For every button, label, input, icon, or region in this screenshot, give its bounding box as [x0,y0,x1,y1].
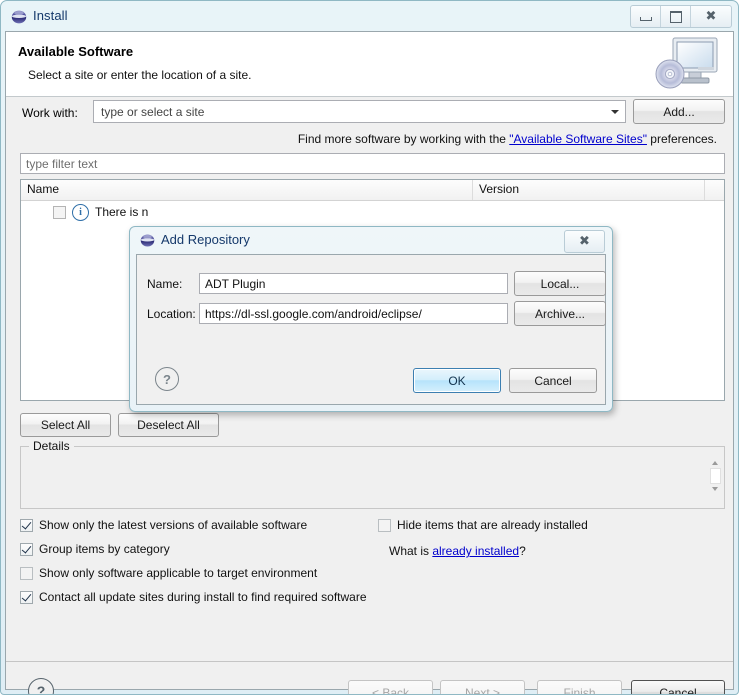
info-icon: i [72,203,89,221]
option-group-by-category[interactable]: Group items by category [20,542,170,556]
archive-button[interactable]: Archive... [514,301,606,326]
column-header-version[interactable]: Version [473,180,705,200]
option-contact-update-sites[interactable]: Contact all update sites during install … [20,590,367,604]
table-header-row: Name Version [21,180,724,201]
option-show-latest-versions[interactable]: Show only the latest versions of availab… [20,518,307,532]
filter-input[interactable]: type filter text [20,153,725,174]
close-button[interactable]: ✖ [691,6,731,27]
chevron-down-icon [611,110,619,114]
work-with-value: type or select a site [101,105,205,119]
find-more-prefix: Find more software by working with the [297,132,510,146]
available-software-sites-link[interactable]: "Available Software Sites" [509,132,647,146]
minimize-icon [639,17,652,21]
select-all-button[interactable]: Select All [20,413,111,437]
option-label: Group items by category [39,542,170,556]
location-input[interactable]: https://dl-ssl.google.com/android/eclips… [199,303,508,324]
restore-icon [669,10,682,23]
option-label: Contact all update sites during install … [39,590,367,604]
option-target-environment[interactable]: Show only software applicable to target … [20,566,317,580]
eclipse-sphere-icon [140,234,155,247]
name-input[interactable]: ADT Plugin [199,273,508,294]
dialog-title-bar: Add Repository ✖ [130,227,612,254]
dialog-body: Name: ADT Plugin Local... Location: http… [136,254,606,405]
close-icon: ✖ [579,234,590,249]
add-button[interactable]: Add... [633,99,725,124]
option-hide-installed-items[interactable]: Hide items that are already installed [378,518,588,532]
dialog-close-button[interactable]: ✖ [564,230,605,253]
row-label: There is n [95,205,149,219]
help-question-icon[interactable]: ? [155,367,179,391]
option-label: Show only the latest versions of availab… [39,518,308,532]
wizard-header: Available Software Select a site or ente… [6,32,733,97]
option-label: Show only software applicable to target … [39,566,318,580]
table-row[interactable]: i There is n [21,201,724,223]
column-header-name[interactable]: Name [21,180,473,200]
already-installed-prefix: What is [389,544,433,558]
deselect-all-button[interactable]: Deselect All [118,413,219,437]
dialog-title: Add Repository [161,232,250,247]
window-title: Install [33,8,68,23]
window-controls: ✖ [630,5,732,28]
next-button[interactable]: Next > [440,680,525,694]
checkbox-show-latest-versions[interactable] [20,518,33,532]
details-scrollbar[interactable] [709,461,721,491]
dialog-cancel-button[interactable]: Cancel [509,368,597,393]
checkbox-group-by-category[interactable] [20,542,33,556]
monitor-with-disc-icon [655,37,718,89]
find-more-suffix: preferences. [646,132,717,146]
footer-separator [6,661,733,662]
install-wizard-window: Install ✖ Available Software Select a si… [0,0,739,695]
local-button[interactable]: Local... [514,271,606,296]
checkbox-target-environment[interactable] [20,566,33,580]
back-button[interactable]: < Back [348,680,433,694]
maximize-button[interactable] [661,6,691,27]
details-group: Details [20,439,725,509]
finish-button[interactable]: Finish [537,680,622,694]
find-more-software-line: Find more software by working with the "… [298,132,717,146]
work-with-row: Work with: type or select a site Add... [6,98,733,130]
row-checkbox[interactable] [53,205,66,219]
scroll-thumb[interactable] [709,468,721,484]
work-with-label: Work with: [22,106,78,120]
already-installed-suffix: ? [519,544,526,558]
help-question-icon[interactable]: ? [28,678,54,694]
filter-placeholder: type filter text [26,157,98,171]
option-label: Hide items that are already installed [397,518,588,532]
add-repository-dialog: Add Repository ✖ Name: ADT Plugin Local.… [129,226,613,412]
checkbox-hide-installed-items[interactable] [378,518,391,532]
page-subtitle: Select a site or enter the location of a… [28,68,252,82]
column-header-spacer [705,180,724,200]
close-icon: ✖ [705,9,717,24]
minimize-button[interactable] [631,6,661,27]
work-with-combo[interactable]: type or select a site [93,100,626,123]
eclipse-sphere-icon [11,10,27,24]
scroll-down-arrow-icon[interactable] [712,487,718,491]
already-installed-link[interactable]: already installed [432,544,519,558]
already-installed-line: What is already installed? [389,544,526,558]
scroll-up-arrow-icon[interactable] [712,461,718,465]
name-label: Name: [147,277,183,291]
details-legend: Details [29,439,74,453]
cancel-button[interactable]: Cancel [631,680,725,694]
checkbox-contact-update-sites[interactable] [20,590,33,604]
location-label: Location: [147,307,196,321]
page-title: Available Software [18,44,134,59]
window-title-bar: Install ✖ [1,1,738,33]
ok-button[interactable]: OK [413,368,501,393]
